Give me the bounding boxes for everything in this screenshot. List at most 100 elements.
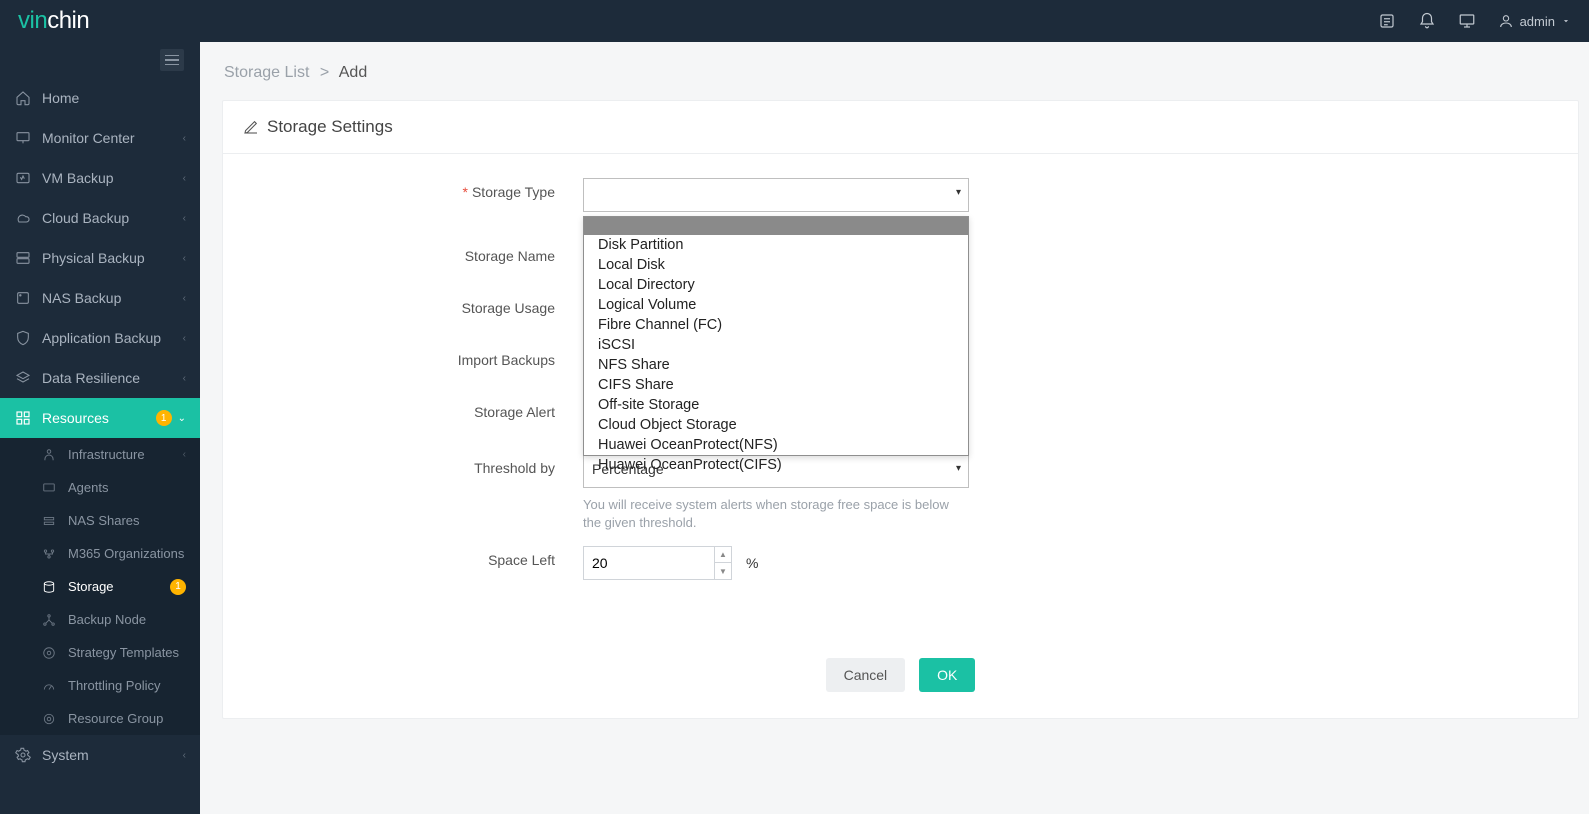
nas-icon [14, 290, 32, 306]
brand-chin: chin [47, 7, 89, 35]
sidebar-label: Physical Backup [42, 250, 183, 266]
threshold-hint: You will receive system alerts when stor… [583, 496, 969, 532]
vm-icon [14, 170, 32, 186]
sidebar-item-home[interactable]: Home [0, 78, 200, 118]
sidebar-sub-m365[interactable]: M365 Organizations [0, 537, 200, 570]
node-icon [40, 613, 58, 627]
ok-button[interactable]: OK [919, 658, 975, 692]
cancel-button[interactable]: Cancel [826, 658, 906, 692]
user-menu[interactable]: admin [1498, 13, 1571, 29]
sidebar-label: Throttling Policy [68, 678, 186, 693]
label-storage-usage: Storage Usage [462, 300, 555, 316]
sidebar-label: Resources [42, 410, 156, 426]
gear-icon [14, 747, 32, 763]
required-marker: * [463, 184, 468, 200]
top-tools: admin [1378, 12, 1571, 30]
sidebar-label: Cloud Backup [42, 210, 183, 226]
sidebar-sub-nas-shares[interactable]: NAS Shares [0, 504, 200, 537]
dropdown-option-blank[interactable] [584, 217, 968, 235]
dropdown-option[interactable]: iSCSI [584, 335, 968, 355]
dropdown-option[interactable]: NFS Share [584, 355, 968, 375]
sidebar-sub-agents[interactable]: Agents [0, 471, 200, 504]
dropdown-option[interactable]: Logical Volume [584, 295, 968, 315]
dropdown-option[interactable]: CIFS Share [584, 375, 968, 395]
sidebar-sub-strategy-templates[interactable]: Strategy Templates [0, 636, 200, 669]
chevron-left-icon: ‹ [183, 213, 186, 224]
breadcrumb-sep: > [320, 64, 329, 81]
layers-icon [14, 370, 32, 386]
sidebar-sub-backup-node[interactable]: Backup Node [0, 603, 200, 636]
dropdown-option[interactable]: Huawei OceanProtect(CIFS) [584, 455, 968, 475]
storage-type-select[interactable] [583, 178, 969, 212]
shield-icon [14, 330, 32, 346]
sidebar-item-cloud-backup[interactable]: Cloud Backup ‹ [0, 198, 200, 238]
sidebar-label: Infrastructure [68, 447, 183, 462]
chevron-left-icon: ‹ [183, 133, 186, 144]
server-icon [14, 250, 32, 266]
storage-icon [40, 580, 58, 594]
sidebar-label: Home [42, 90, 186, 106]
space-left-input[interactable] [584, 547, 714, 579]
space-left-unit: % [746, 555, 758, 571]
label-storage-type: Storage Type [472, 184, 555, 200]
form: *Storage Type ▾ Disk Partition Local Dis… [223, 154, 1578, 640]
chevron-left-icon: ‹ [183, 333, 186, 344]
dropdown-option[interactable]: Local Directory [584, 275, 968, 295]
sidebar-label: VM Backup [42, 170, 183, 186]
sidebar-item-vm-backup[interactable]: VM Backup ‹ [0, 158, 200, 198]
sidebar-label: Strategy Templates [68, 645, 186, 660]
dropdown-option[interactable]: Local Disk [584, 255, 968, 275]
dropdown-option[interactable]: Fibre Channel (FC) [584, 315, 968, 335]
chevron-left-icon: ‹ [183, 293, 186, 304]
breadcrumb-current: Add [339, 64, 367, 81]
sidebar-item-application-backup[interactable]: Application Backup ‹ [0, 318, 200, 358]
monitor-icon[interactable] [1458, 12, 1476, 30]
sidebar-label: Data Resilience [42, 370, 183, 386]
spinner-down-icon[interactable]: ▼ [715, 563, 731, 579]
edit-icon [243, 119, 259, 135]
sidebar-label: Storage [68, 579, 170, 594]
hamburger-icon[interactable] [160, 49, 184, 71]
list-icon[interactable] [1378, 12, 1396, 30]
sidebar-sub-resource-group[interactable]: Resource Group [0, 702, 200, 735]
sidebar-item-nas-backup[interactable]: NAS Backup ‹ [0, 278, 200, 318]
label-storage-name: Storage Name [465, 248, 555, 264]
group-icon [40, 712, 58, 726]
m365-icon [40, 547, 58, 561]
bell-icon[interactable] [1418, 12, 1436, 30]
panel-title: Storage Settings [267, 117, 393, 137]
sidebar-label: Resource Group [68, 711, 186, 726]
sidebar-item-monitor-center[interactable]: Monitor Center ‹ [0, 118, 200, 158]
brand-vin: vin [18, 7, 47, 35]
sidebar-label: M365 Organizations [68, 546, 186, 561]
sidebar-item-resources[interactable]: Resources 1 ⌄ [0, 398, 200, 438]
label-storage-alert: Storage Alert [474, 404, 555, 420]
chevron-left-icon: ‹ [183, 750, 186, 761]
sidebar-sub-throttling[interactable]: Throttling Policy [0, 669, 200, 702]
dropdown-option[interactable]: Cloud Object Storage [584, 415, 968, 435]
dropdown-option[interactable]: Huawei OceanProtect(NFS) [584, 435, 968, 455]
template-icon [40, 646, 58, 660]
home-icon [14, 90, 32, 106]
sidebar-sub-infrastructure[interactable]: Infrastructure ‹ [0, 438, 200, 471]
main-content: Storage List > Add Storage Settings *Sto… [200, 42, 1589, 814]
breadcrumb: Storage List > Add [224, 64, 1579, 82]
spinner-up-icon[interactable]: ▲ [715, 547, 731, 563]
breadcrumb-parent[interactable]: Storage List [224, 64, 309, 81]
sidebar-item-physical-backup[interactable]: Physical Backup ‹ [0, 238, 200, 278]
dropdown-option[interactable]: Disk Partition [584, 235, 968, 255]
sidebar-item-system[interactable]: System ‹ [0, 735, 200, 775]
sidebar-label: NAS Backup [42, 290, 183, 306]
panel-storage-settings: Storage Settings *Storage Type ▾ Disk Pa… [222, 100, 1579, 719]
panel-header: Storage Settings [223, 101, 1578, 154]
badge: 1 [170, 579, 186, 595]
sidebar-item-data-resilience[interactable]: Data Resilience ‹ [0, 358, 200, 398]
sidebar-label: Agents [68, 480, 186, 495]
sidebar-label: Application Backup [42, 330, 183, 346]
form-actions: Cancel OK [223, 640, 1578, 718]
cloud-icon [14, 210, 32, 226]
brand-logo: vinchin [18, 7, 89, 35]
dropdown-option[interactable]: Off-site Storage [584, 395, 968, 415]
sidebar-sub-storage[interactable]: Storage 1 [0, 570, 200, 603]
row-space-left: Space Left ▲ ▼ % [263, 546, 1538, 580]
